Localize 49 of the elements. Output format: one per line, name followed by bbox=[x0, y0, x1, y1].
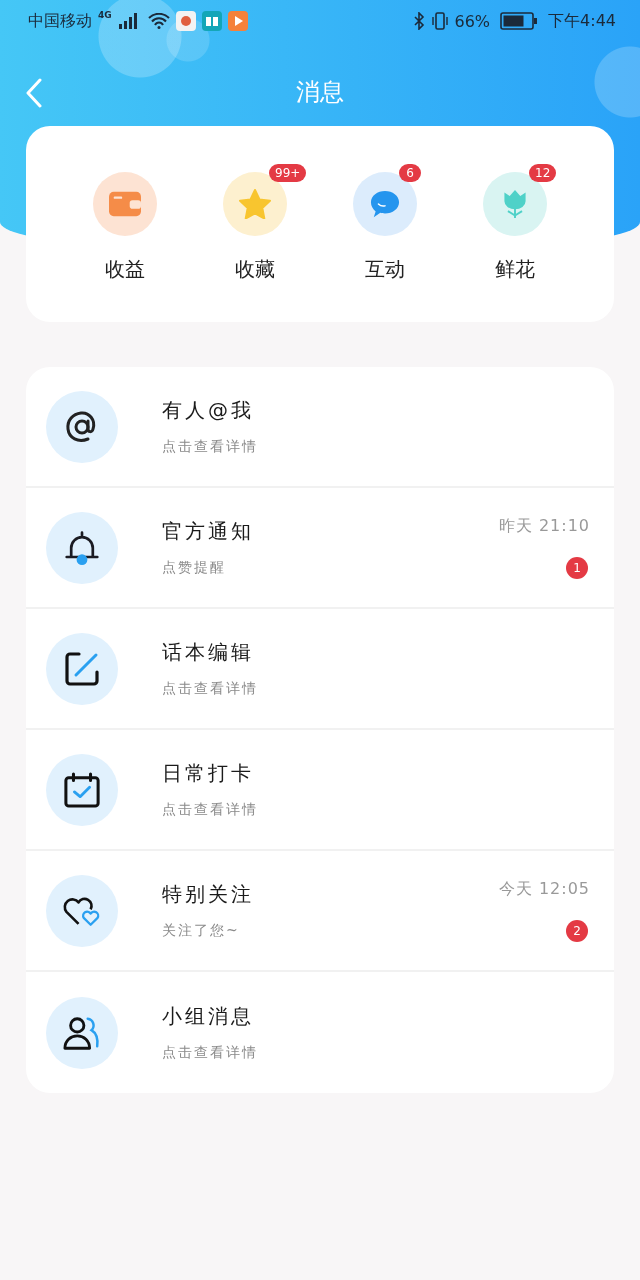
clock: 下午4:44 bbox=[548, 10, 616, 32]
message-row[interactable]: 日常打卡 点击查看详情 bbox=[26, 730, 614, 851]
message-preview: 点击查看详情 bbox=[162, 1044, 259, 1062]
category-label: 互动 bbox=[365, 256, 405, 283]
message-row[interactable]: 有人@我 点击查看详情 bbox=[26, 367, 614, 488]
bluetooth-icon bbox=[412, 12, 425, 30]
message-preview: 点击查看详情 bbox=[162, 680, 259, 698]
battery-icon bbox=[500, 12, 539, 30]
message-title: 特别关注 bbox=[162, 881, 255, 908]
message-title: 话本编辑 bbox=[162, 639, 255, 666]
bell-icon bbox=[63, 529, 101, 566]
message-preview: 点赞提醒 bbox=[162, 559, 227, 577]
message-time: 昨天 21:10 bbox=[498, 516, 590, 537]
message-row[interactable]: 官方通知 点赞提醒 昨天 21:10 1 bbox=[26, 488, 614, 609]
count-badge: 12 bbox=[529, 164, 557, 182]
signal-icon bbox=[117, 13, 138, 29]
category-label: 鲜花 bbox=[495, 256, 535, 283]
unread-badge: 1 bbox=[566, 557, 588, 579]
network-type: 4G bbox=[98, 10, 112, 20]
count-badge: 6 bbox=[399, 164, 421, 182]
wifi-icon bbox=[147, 13, 170, 29]
message-title: 有人@我 bbox=[162, 397, 255, 424]
message-row[interactable]: 话本编辑 点击查看详情 bbox=[26, 609, 614, 730]
unread-badge: 2 bbox=[566, 920, 588, 942]
book-icon bbox=[201, 11, 222, 31]
message-row[interactable]: 小组消息 点击查看详情 bbox=[26, 972, 614, 1093]
message-title: 小组消息 bbox=[162, 1003, 255, 1030]
message-preview: 点击查看详情 bbox=[162, 801, 259, 819]
count-badge: 99+ bbox=[269, 164, 307, 182]
play-icon bbox=[227, 11, 248, 31]
app-icon bbox=[175, 11, 196, 31]
message-title: 官方通知 bbox=[162, 518, 255, 545]
edit-icon bbox=[63, 650, 101, 687]
category-label: 收益 bbox=[105, 256, 145, 283]
vibrate-icon bbox=[430, 12, 449, 30]
chat-bubble-icon bbox=[369, 189, 401, 219]
page-title: 消息 bbox=[296, 77, 344, 108]
message-title: 日常打卡 bbox=[162, 760, 255, 787]
message-row[interactable]: 特别关注 关注了您~ 今天 12:05 2 bbox=[26, 851, 614, 972]
category-label: 收藏 bbox=[235, 256, 275, 283]
message-time: 今天 12:05 bbox=[498, 879, 590, 900]
group-icon bbox=[63, 1014, 101, 1051]
wallet-icon bbox=[109, 189, 141, 219]
calendar-check-icon bbox=[63, 771, 101, 808]
battery-percent: 66% bbox=[454, 11, 491, 31]
message-preview: 点击查看详情 bbox=[162, 438, 259, 456]
message-preview: 关注了您~ bbox=[162, 922, 241, 940]
carrier-name: 中国移动 bbox=[28, 10, 92, 32]
star-icon bbox=[239, 189, 271, 219]
